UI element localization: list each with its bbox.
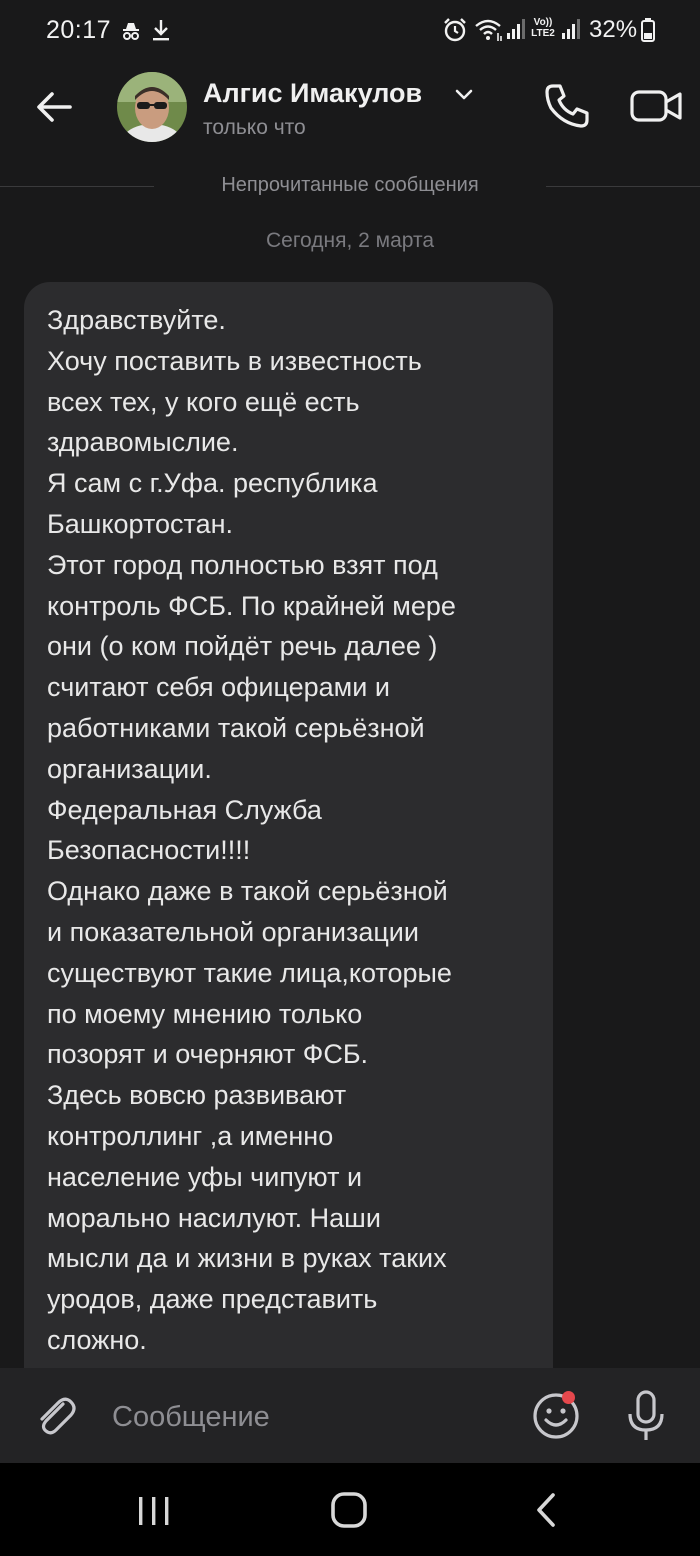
message-line: существуют такие лица,которые xyxy=(47,957,452,988)
incognito-icon xyxy=(123,23,139,40)
recent-apps-icon[interactable] xyxy=(134,1491,174,1531)
message-line: Я сам с г.Уфа. республика xyxy=(47,468,378,499)
contact-avatar[interactable] xyxy=(117,72,187,142)
date-label: Сегодня, 2 марта xyxy=(265,229,435,252)
avatar-photo xyxy=(117,72,187,142)
message-line: Федеральная Служба xyxy=(47,794,322,825)
microphone-icon xyxy=(628,1390,664,1440)
status-bar: 20:17 Vo)) LTE2 32% xyxy=(0,0,700,60)
message-line: Однако даже в такой серьёзной xyxy=(47,876,448,907)
status-time: 20:17 xyxy=(46,16,112,44)
unread-divider: Непрочитанные сообщения xyxy=(0,170,700,202)
signal-icon-2 xyxy=(562,19,580,39)
back-button[interactable] xyxy=(30,82,80,132)
message-line: работниками такой серьёзной xyxy=(47,712,425,743)
phone-icon xyxy=(545,84,589,128)
video-call-button[interactable] xyxy=(628,80,684,132)
nav-back-icon[interactable] xyxy=(528,1489,564,1531)
message-line: Безопасности!!!! xyxy=(47,835,251,866)
message-line: Здравствуйте. xyxy=(47,305,226,335)
message-text: Здравствуйте. Хочу поставить в известност… xyxy=(47,300,543,1361)
message-line: считают себя офицерами и xyxy=(47,672,390,703)
alarm-icon xyxy=(444,18,466,42)
message-line: контроллинг ,а именно xyxy=(47,1120,334,1151)
message-line: по моему мнению только xyxy=(47,998,363,1029)
chat-header: Алгис Имакулов только что xyxy=(0,60,700,156)
notification-dot xyxy=(562,1391,575,1404)
message-line: здравомыслие. xyxy=(47,427,239,458)
call-button[interactable] xyxy=(541,80,593,132)
voice-message-button[interactable] xyxy=(620,1388,672,1444)
message-line: сложно. xyxy=(47,1324,147,1355)
message-input[interactable] xyxy=(112,1392,512,1442)
message-line: всех тех, у кого ещё есть xyxy=(47,386,360,417)
contact-name[interactable]: Алгис Имакулов xyxy=(203,78,422,109)
battery-percent: 32% xyxy=(589,16,638,43)
paperclip-icon xyxy=(40,1397,76,1435)
message-line: уродов, даже представить xyxy=(47,1284,378,1315)
message-line: мысли да и жизни в руках таких xyxy=(47,1243,447,1274)
message-line: позорят и очерняют ФСБ. xyxy=(47,1039,369,1070)
volte-icon: Vo)) LTE2 xyxy=(531,17,555,39)
download-icon xyxy=(153,20,169,41)
divider-line xyxy=(546,186,700,187)
message-line: Этот город полностью взят под xyxy=(47,549,438,580)
attach-button[interactable] xyxy=(30,1390,82,1442)
back-arrow-icon xyxy=(37,92,72,122)
system-nav-bar xyxy=(0,1463,700,1556)
message-line: контроль ФСБ. По крайней мере xyxy=(47,590,456,621)
message-line: Здесь вовсю развивают xyxy=(47,1080,347,1111)
home-icon[interactable] xyxy=(328,1489,370,1531)
message-line: Башкортостан. xyxy=(47,508,234,539)
chevron-down-icon[interactable] xyxy=(452,82,476,106)
message-line: морально насилуют. Наши xyxy=(47,1202,381,1233)
message-composer xyxy=(0,1368,700,1463)
video-camera-icon xyxy=(630,90,682,122)
battery-icon xyxy=(641,18,655,42)
message-line: Хочу поставить в известность xyxy=(47,345,422,376)
message-bubble[interactable]: Здравствуйте. Хочу поставить в известност… xyxy=(24,282,553,1422)
message-line: население уфы чипуют и xyxy=(47,1161,363,1192)
signal-icon xyxy=(507,19,525,39)
wifi-icon xyxy=(475,19,502,41)
message-line: они (о ком пойдёт речь далее ) xyxy=(47,631,438,662)
message-line: и показательной организации xyxy=(47,916,419,947)
message-line: организации. xyxy=(47,753,212,784)
contact-status: только что xyxy=(203,116,306,139)
